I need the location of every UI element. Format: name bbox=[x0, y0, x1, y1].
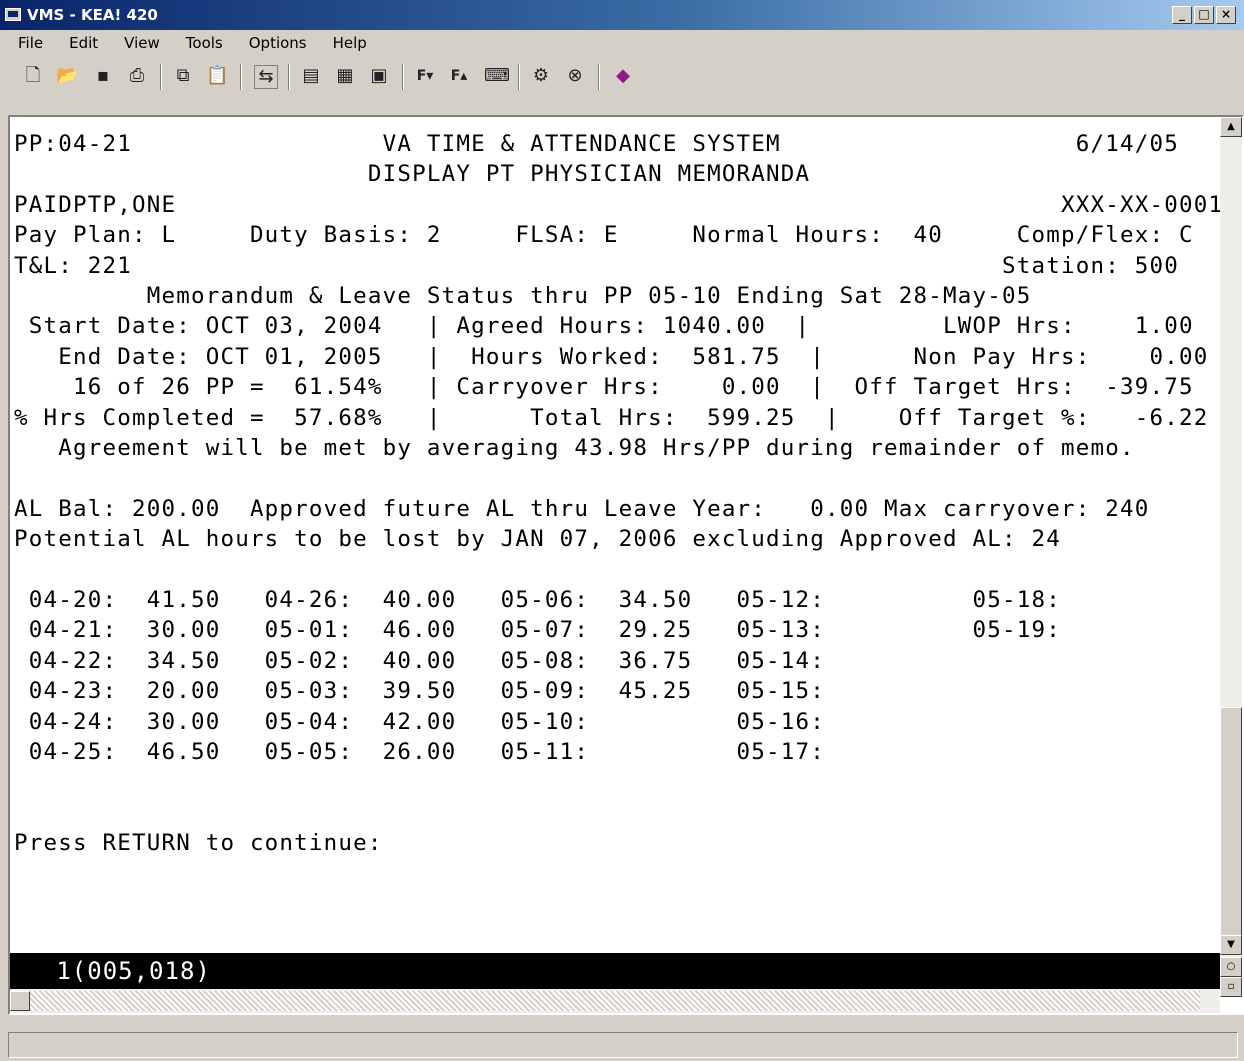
scroll-thumb[interactable] bbox=[1220, 707, 1242, 937]
screen-line: % Hrs Completed = 57.68% | Total Hrs: 59… bbox=[14, 404, 1209, 431]
maximize-button[interactable]: □ bbox=[1194, 6, 1214, 24]
menu-file[interactable]: File bbox=[0, 30, 51, 56]
hscroll-track[interactable] bbox=[30, 991, 1200, 1011]
menu-view[interactable]: View bbox=[106, 30, 168, 56]
screen-line: 04-20: 41.50 04-26: 40.00 05-06: 34.50 0… bbox=[14, 587, 1061, 613]
folder-c-icon[interactable]: ▣ bbox=[368, 65, 390, 87]
scroll-up-button[interactable]: ▲ bbox=[1220, 117, 1242, 137]
screen-line: 04-23: 20.00 05-03: 39.50 05-09: 45.25 0… bbox=[14, 678, 826, 705]
toolbar-separator bbox=[518, 64, 520, 90]
toolbar-separator bbox=[160, 64, 162, 90]
status-bar bbox=[8, 1032, 1238, 1058]
folder-a-icon[interactable]: ▤ bbox=[300, 65, 322, 87]
toolbar-separator bbox=[288, 64, 290, 90]
terminal-window: PP:04-21 VA TIME & ATTENDANCE SYSTEM 6/1… bbox=[8, 115, 1244, 1015]
screen-line: 04-24: 30.00 05-04: 42.00 05-10: 05-16: bbox=[14, 708, 826, 735]
menu-tools[interactable]: Tools bbox=[168, 30, 231, 56]
new-icon[interactable]: 🗋 bbox=[22, 65, 44, 87]
font-a-icon[interactable]: F▾ bbox=[414, 65, 436, 87]
screen-line: 04-21: 30.00 05-01: 46.00 05-07: 29.25 0… bbox=[14, 617, 1061, 644]
minimize-button[interactable]: _ bbox=[1172, 6, 1192, 24]
settings-icon[interactable]: ⚙ bbox=[530, 65, 552, 87]
screen-line: Potential AL hours to be lost by JAN 07,… bbox=[14, 526, 1061, 553]
open-icon[interactable]: 📂 bbox=[56, 65, 78, 87]
connect-icon[interactable]: ⇆ bbox=[254, 65, 278, 89]
copy-icon[interactable]: ⧉ bbox=[172, 65, 194, 87]
screen-line: PAIDPTP,ONE XXX-XX-0001 bbox=[14, 191, 1220, 218]
screen-line: Agreement will be met by averaging 43.98… bbox=[14, 435, 1135, 461]
screen-line: T&L: 221 Station: 500 bbox=[14, 252, 1179, 279]
toolbar-separator bbox=[240, 64, 242, 90]
scroll-extra-button-2[interactable]: ▫ bbox=[1220, 977, 1242, 997]
screen-line: Press RETURN to continue: bbox=[14, 830, 383, 857]
horizontal-scrollbar[interactable] bbox=[10, 989, 1220, 1013]
book-icon[interactable]: ◆ bbox=[612, 65, 634, 87]
close-button[interactable]: × bbox=[1216, 6, 1236, 24]
menu-options[interactable]: Options bbox=[231, 30, 315, 56]
scroll-down-button[interactable]: ▼ bbox=[1220, 935, 1242, 955]
screen-line: Start Date: OCT 03, 2004 | Agreed Hours:… bbox=[14, 313, 1194, 340]
window-title: VMS - KEA! 420 bbox=[27, 6, 158, 24]
scroll-extra-button[interactable]: ○ bbox=[1220, 957, 1242, 977]
menu-edit[interactable]: Edit bbox=[51, 30, 106, 56]
paste-icon[interactable]: 📋 bbox=[206, 65, 228, 87]
stop-icon[interactable]: ⊗ bbox=[564, 65, 586, 87]
screen-line: PP:04-21 VA TIME & ATTENDANCE SYSTEM 6/1… bbox=[14, 131, 1179, 157]
toolbar-separator bbox=[402, 64, 404, 90]
font-b-icon[interactable]: F▴ bbox=[448, 65, 470, 87]
toolbar: 🗋 📂 ▪ ⎙ ⧉ 📋 ⇆ ▤ ▦ ▣ F▾ F▴ ⌨ ⚙ ⊗ ◆ bbox=[0, 56, 1244, 100]
screen-line: End Date: OCT 01, 2005 | Hours Worked: 5… bbox=[14, 343, 1209, 370]
menu-help[interactable]: Help bbox=[315, 30, 375, 56]
toolbar-separator bbox=[598, 64, 600, 90]
menu-bar: File Edit View Tools Options Help bbox=[0, 30, 1244, 56]
terminal-screen[interactable]: PP:04-21 VA TIME & ATTENDANCE SYSTEM 6/1… bbox=[10, 117, 1220, 953]
screen-line: 04-22: 34.50 05-02: 40.00 05-08: 36.75 0… bbox=[14, 647, 826, 674]
screen-line: DISPLAY PT PHYSICIAN MEMORANDA bbox=[14, 161, 811, 188]
app-icon bbox=[5, 8, 21, 21]
screen-line: 16 of 26 PP = 61.54% | Carryover Hrs: 0.… bbox=[14, 374, 1194, 401]
scroll-left-button[interactable] bbox=[10, 991, 30, 1011]
vertical-scrollbar[interactable]: ▲ ▼ ○ ▫ bbox=[1220, 117, 1242, 997]
terminal-status-line: 1(005,018) bbox=[10, 953, 1220, 989]
folder-b-icon[interactable]: ▦ bbox=[334, 65, 356, 87]
screen-line: Memorandum & Leave Status thru PP 05-10 … bbox=[14, 283, 1032, 309]
screen-line: AL Bal: 200.00 Approved future AL thru L… bbox=[14, 495, 1150, 522]
print-icon[interactable]: ⎙ bbox=[126, 65, 148, 87]
screen-line: Pay Plan: L Duty Basis: 2 FLSA: E Normal… bbox=[14, 222, 1194, 249]
title-bar: VMS - KEA! 420 _ □ × bbox=[0, 0, 1244, 30]
save-icon[interactable]: ▪ bbox=[92, 65, 114, 87]
screen-line: 04-25: 46.50 05-05: 26.00 05-11: 05-17: bbox=[14, 739, 826, 765]
keyboard-icon[interactable]: ⌨ bbox=[484, 65, 510, 87]
